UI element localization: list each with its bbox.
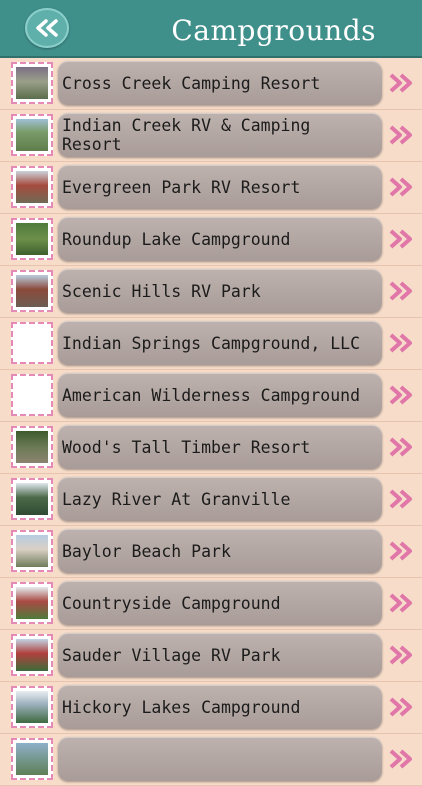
- page-title: Campgrounds: [171, 14, 376, 47]
- list-item[interactable]: Cross Creek Camping Resort: [0, 58, 422, 110]
- item-label: Sauder Village RV Park: [62, 645, 281, 665]
- list-item[interactable]: Indian Creek RV & Camping Resort: [0, 110, 422, 162]
- double-chevron-right-icon[interactable]: [388, 748, 414, 770]
- list-item[interactable]: Indian Springs Campground, LLC: [0, 318, 422, 370]
- item-label: Countryside Campground: [62, 593, 281, 613]
- thumbnail: [11, 478, 53, 520]
- double-chevron-right-icon[interactable]: [388, 696, 414, 718]
- thumbnail: [11, 582, 53, 624]
- thumbnail: [11, 62, 53, 104]
- thumbnail: [11, 634, 53, 676]
- item-label: Indian Springs Campground, LLC: [62, 333, 361, 353]
- double-chevron-right-icon[interactable]: [388, 124, 414, 146]
- item-label: Scenic Hills RV Park: [62, 281, 261, 301]
- list-item[interactable]: Wood's Tall Timber Resort: [0, 422, 422, 474]
- item-label: Wood's Tall Timber Resort: [62, 437, 311, 457]
- double-chevron-right-icon[interactable]: [388, 176, 414, 198]
- double-chevron-right-icon[interactable]: [388, 72, 414, 94]
- item-button[interactable]: Hickory Lakes Campground: [58, 685, 382, 729]
- thumbnail: [11, 374, 53, 416]
- list-item[interactable]: Scenic Hills RV Park: [0, 266, 422, 318]
- item-label: Hickory Lakes Campground: [62, 697, 301, 717]
- list-item[interactable]: Countryside Campground: [0, 578, 422, 630]
- item-button[interactable]: Scenic Hills RV Park: [58, 269, 382, 313]
- thumbnail: [11, 686, 53, 728]
- double-chevron-right-icon[interactable]: [388, 592, 414, 614]
- item-button[interactable]: [58, 737, 382, 781]
- double-chevron-right-icon[interactable]: [388, 332, 414, 354]
- thumbnail: [11, 166, 53, 208]
- thumbnail: [11, 114, 53, 156]
- back-button[interactable]: [25, 8, 69, 48]
- list-item[interactable]: Evergreen Park RV Resort: [0, 162, 422, 214]
- item-button[interactable]: American Wilderness Campground: [58, 373, 382, 417]
- double-chevron-right-icon[interactable]: [388, 228, 414, 250]
- list-item[interactable]: [0, 734, 422, 786]
- item-button[interactable]: Wood's Tall Timber Resort: [58, 425, 382, 469]
- item-label: American Wilderness Campground: [62, 385, 361, 405]
- double-chevron-right-icon[interactable]: [388, 644, 414, 666]
- item-label: Roundup Lake Campground: [62, 229, 291, 249]
- top-bar: Campgrounds: [0, 0, 422, 58]
- item-button[interactable]: Sauder Village RV Park: [58, 633, 382, 677]
- item-label: Indian Creek RV & Camping Resort: [62, 116, 311, 154]
- thumbnail: [11, 218, 53, 260]
- thumbnail: [11, 530, 53, 572]
- double-chevron-right-icon[interactable]: [388, 384, 414, 406]
- item-button[interactable]: Countryside Campground: [58, 581, 382, 625]
- item-button[interactable]: Baylor Beach Park: [58, 529, 382, 573]
- double-chevron-right-icon[interactable]: [388, 540, 414, 562]
- campground-list: Cross Creek Camping Resort Indian Creek …: [0, 58, 422, 786]
- item-button[interactable]: Evergreen Park RV Resort: [58, 165, 382, 209]
- item-button[interactable]: Cross Creek Camping Resort: [58, 61, 382, 105]
- item-button[interactable]: Indian Springs Campground, LLC: [58, 321, 382, 365]
- item-button[interactable]: Indian Creek RV & Camping Resort: [58, 113, 382, 157]
- thumbnail: [11, 322, 53, 364]
- item-label: Baylor Beach Park: [62, 541, 231, 561]
- double-chevron-right-icon[interactable]: [388, 280, 414, 302]
- list-item[interactable]: Roundup Lake Campground: [0, 214, 422, 266]
- thumbnail: [11, 738, 53, 780]
- thumbnail: [11, 426, 53, 468]
- item-button[interactable]: Lazy River At Granville: [58, 477, 382, 521]
- list-item[interactable]: Hickory Lakes Campground: [0, 682, 422, 734]
- item-label: Lazy River At Granville: [62, 489, 291, 509]
- double-chevron-right-icon[interactable]: [388, 436, 414, 458]
- item-button[interactable]: Roundup Lake Campground: [58, 217, 382, 261]
- list-item[interactable]: American Wilderness Campground: [0, 370, 422, 422]
- item-label: Evergreen Park RV Resort: [62, 177, 301, 197]
- double-chevron-left-icon: [36, 19, 58, 37]
- thumbnail: [11, 270, 53, 312]
- list-item[interactable]: Baylor Beach Park: [0, 526, 422, 578]
- double-chevron-right-icon[interactable]: [388, 488, 414, 510]
- list-item[interactable]: Lazy River At Granville: [0, 474, 422, 526]
- list-item[interactable]: Sauder Village RV Park: [0, 630, 422, 682]
- item-label: Cross Creek Camping Resort: [62, 73, 321, 93]
